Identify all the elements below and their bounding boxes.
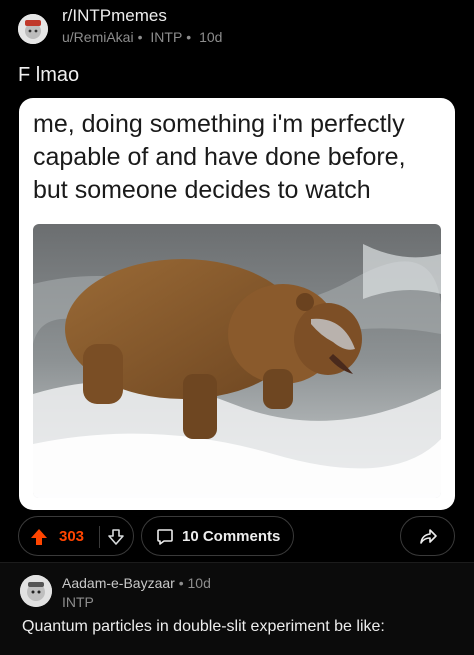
comment-flair: INTP xyxy=(62,594,94,610)
comments-label: 10 Comments xyxy=(182,528,281,545)
share-button[interactable] xyxy=(400,516,455,556)
vote-divider xyxy=(99,526,100,548)
comment-body: Quantum particles in double-slit experim… xyxy=(22,618,385,635)
upvote-arrow-icon[interactable] xyxy=(29,527,49,547)
post-author[interactable]: u/RemiAkai xyxy=(62,29,134,45)
vote-pill: 303 xyxy=(18,516,134,556)
meme-caption: me, doing something i'm perfectly capabl… xyxy=(33,110,406,204)
post-image[interactable]: me, doing something i'm perfectly capabl… xyxy=(19,98,455,510)
post-action-bar: 303 10 Comments xyxy=(18,516,458,556)
downvote-arrow-icon[interactable] xyxy=(107,528,125,546)
comment: Aadam-e-Bayzaar • 10d INTP Quantum parti… xyxy=(0,562,474,655)
post-flair: INTP xyxy=(150,29,183,45)
comment-author-line: Aadam-e-Bayzaar • 10d xyxy=(62,575,211,591)
subreddit-avatar-icon[interactable] xyxy=(18,14,48,44)
commenter-avatar-icon[interactable] xyxy=(20,575,52,607)
post-header: r/INTPmemes u/RemiAkai • INTP • 10d xyxy=(18,6,458,50)
meta-separator: • xyxy=(178,575,184,591)
post-age: 10d xyxy=(199,29,223,45)
comment-age: 10d xyxy=(187,575,211,591)
meta-separator: • xyxy=(186,29,192,45)
subreddit-name[interactable]: r/INTPmemes xyxy=(62,6,167,26)
comment-bubble-icon xyxy=(156,528,174,546)
post-meta: u/RemiAkai • INTP • 10d xyxy=(62,29,226,45)
post-title[interactable]: F lmao xyxy=(18,64,79,87)
share-arrow-icon xyxy=(418,527,438,547)
next-content-peek xyxy=(200,651,430,655)
meta-separator: • xyxy=(137,29,143,45)
comment-author[interactable]: Aadam-e-Bayzaar xyxy=(62,575,175,591)
vote-count: 303 xyxy=(59,528,85,545)
comments-button[interactable]: 10 Comments xyxy=(141,516,294,556)
bear-catching-salmon-photo xyxy=(33,224,441,498)
